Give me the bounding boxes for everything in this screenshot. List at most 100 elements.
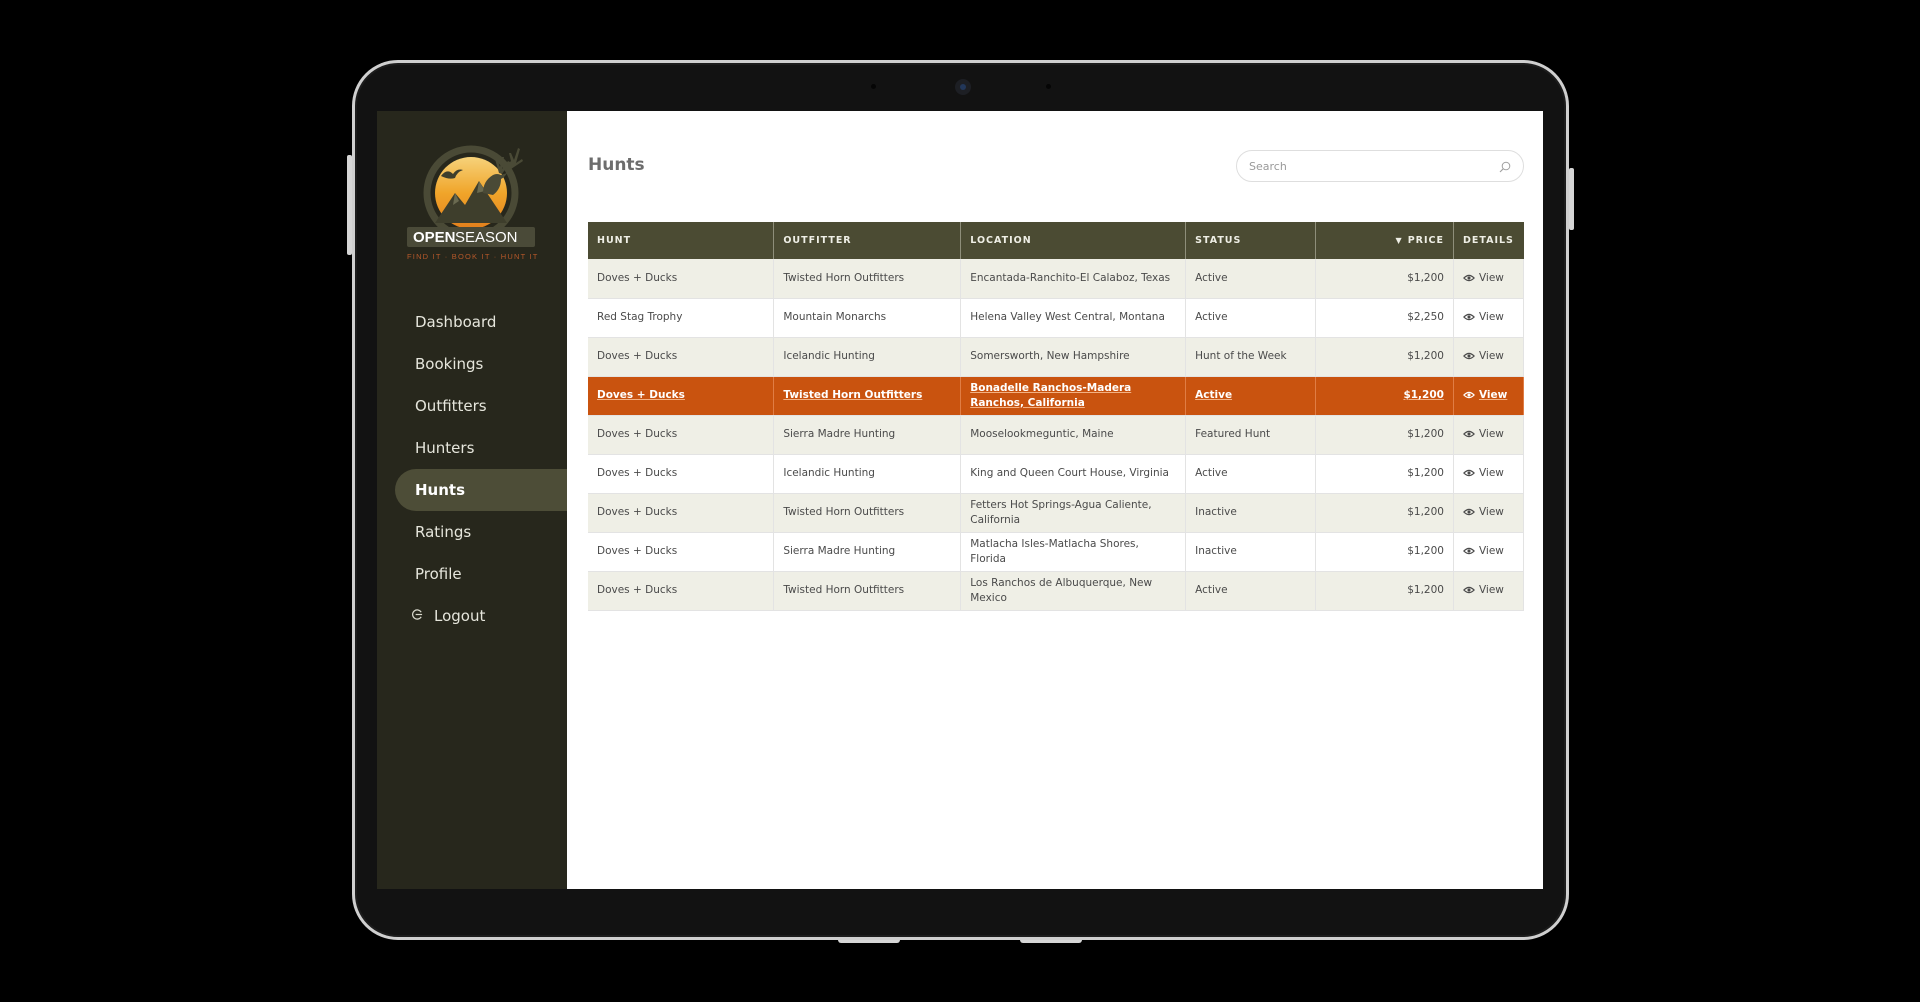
sidebar-item-hunters[interactable]: Hunters [377,427,567,469]
cell-outfitter: Sierra Madre Hunting [773,532,962,572]
table-row[interactable]: Doves + Ducks Icelandic Hunting King and… [588,454,1525,494]
cell-price: $1,200 [1315,337,1454,377]
eye-icon [1462,391,1475,399]
cell-hunt: Doves + Ducks [588,532,775,572]
table-row[interactable]: Doves + Ducks Sierra Madre Hunting Matla… [588,532,1525,572]
view-link[interactable]: View [1462,506,1504,518]
column-header-status[interactable]: Status [1185,222,1317,259]
cell-status: Active [1185,259,1317,299]
view-link-label: View [1478,350,1504,362]
tablet-sensor [871,84,876,89]
cell-status: Hunt of the Week [1185,337,1317,377]
cell-details: View [1453,493,1525,533]
openseason-logo[interactable]: OPEN SEASON FIND IT · BOOK IT · HUNT IT [407,131,547,266]
sidebar-item-label: Bookings [415,355,484,373]
column-header-details[interactable]: Details [1453,222,1524,259]
eye-icon [1462,547,1475,555]
view-link[interactable]: View [1462,350,1504,362]
cell-price: $2,250 [1315,298,1454,338]
sidebar-item-label: Hunters [415,439,475,457]
sidebar-item-logout[interactable]: Logout [377,595,567,637]
cell-status: Inactive [1185,532,1317,572]
view-link[interactable]: View [1462,467,1504,479]
sidebar-item-bookings[interactable]: Bookings [377,343,567,385]
search-icon[interactable] [1499,160,1511,173]
table-row[interactable]: Doves + Ducks Icelandic Hunting Somerswo… [588,337,1525,377]
page-title: Hunts [588,155,645,175]
table-row[interactable]: Doves + Ducks Twisted Horn Outfitters Bo… [588,376,1525,416]
sidebar-item-ratings[interactable]: Ratings [377,511,567,553]
view-link-label: View [1478,545,1504,557]
cell-location: Fetters Hot Springs-Agua Caliente, Calif… [960,493,1187,533]
sidebar-item-label: Profile [415,565,462,583]
view-link[interactable]: View [1462,545,1504,557]
cell-details: View [1453,298,1525,338]
cell-location: King and Queen Court House, Virginia [960,454,1187,494]
column-header-outfitter[interactable]: Outfitter [773,222,962,259]
cell-location: Encantada-Ranchito-El Calaboz, Texas [960,259,1187,299]
cell-price: $1,200 [1315,571,1454,611]
logo-tagline: FIND IT · BOOK IT · HUNT IT [407,252,539,261]
cell-location: Somersworth, New Hampshire [960,337,1187,377]
table-row[interactable]: Doves + Ducks Sierra Madre Hunting Moose… [588,415,1525,455]
cell-outfitter: Sierra Madre Hunting [773,415,962,455]
cell-status: Inactive [1185,493,1317,533]
cell-hunt: Red Stag Trophy [588,298,775,338]
logo-wordmark-open: OPEN [413,229,456,246]
cell-details: View [1453,337,1525,377]
cell-hunt: Doves + Ducks [588,454,775,494]
cell-details: View [1453,415,1525,455]
cell-details: View [1453,259,1525,299]
logo-wordmark-season: SEASON [455,229,518,246]
cell-price: $1,200 [1315,454,1454,494]
cell-price: $1,200 [1315,259,1454,299]
eye-icon [1462,313,1475,321]
cell-hunt: Doves + Ducks [588,337,775,377]
sidebar-item-profile[interactable]: Profile [377,553,567,595]
view-link[interactable]: View [1462,271,1504,284]
cell-status: Active [1185,454,1317,494]
sidebar-item-outfitters[interactable]: Outfitters [377,385,567,427]
table-row[interactable]: Doves + Ducks Twisted Horn Outfitters Fe… [588,493,1525,533]
column-header-price[interactable]: ▼ Price [1315,222,1454,259]
cell-location: Los Ranchos de Albuquerque, New Mexico [960,571,1187,611]
view-link[interactable]: View [1462,311,1504,323]
main-content: Hunts Hunt Outfitter Location Status ▼ Pr… [567,111,1543,889]
cell-hunt: Doves + Ducks [588,493,775,533]
view-link-label: View [1478,389,1508,401]
eye-icon [1462,508,1475,516]
cell-details: View [1453,454,1525,494]
column-header-location[interactable]: Location [960,222,1187,259]
view-link-label: View [1478,271,1504,284]
cell-location: Matlacha Isles-Matlacha Shores, Florida [960,532,1187,572]
table-row[interactable]: Doves + Ducks Twisted Horn Outfitters En… [588,259,1525,299]
view-link-label: View [1478,467,1504,479]
sidebar-item-dashboard[interactable]: Dashboard [377,301,567,343]
app-screen: OPEN SEASON FIND IT · BOOK IT · HUNT IT … [377,111,1543,889]
cell-details: View [1453,376,1525,416]
search-input[interactable] [1249,159,1499,173]
view-link-label: View [1478,506,1504,518]
column-header-price-label: Price [1407,235,1444,246]
cell-outfitter: Twisted Horn Outfitters [773,259,962,299]
eye-icon [1462,469,1475,477]
view-link[interactable]: View [1462,389,1508,401]
cell-status: Active [1185,298,1317,338]
eye-icon [1462,274,1475,281]
sidebar-item-label: Logout [434,607,486,625]
column-header-hunt[interactable]: Hunt [588,222,775,259]
search-box[interactable] [1236,150,1524,182]
hunts-table: Hunt Outfitter Location Status ▼ Price De… [588,222,1525,611]
view-link-label: View [1478,428,1504,440]
logo-emblem-icon: OPEN SEASON FIND IT · BOOK IT · HUNT IT [407,145,539,261]
eye-icon [1462,586,1475,594]
view-link[interactable]: View [1462,428,1504,440]
table-row[interactable]: Red Stag Trophy Mountain Monarchs Helena… [588,298,1525,338]
tablet-camera [955,79,971,95]
cell-outfitter: Icelandic Hunting [773,337,962,377]
table-row[interactable]: Doves + Ducks Twisted Horn Outfitters Lo… [588,571,1525,611]
cell-hunt: Doves + Ducks [588,571,775,611]
view-link[interactable]: View [1462,584,1504,596]
tablet-power-button [1569,168,1574,230]
sidebar-item-hunts[interactable]: Hunts [395,469,567,511]
